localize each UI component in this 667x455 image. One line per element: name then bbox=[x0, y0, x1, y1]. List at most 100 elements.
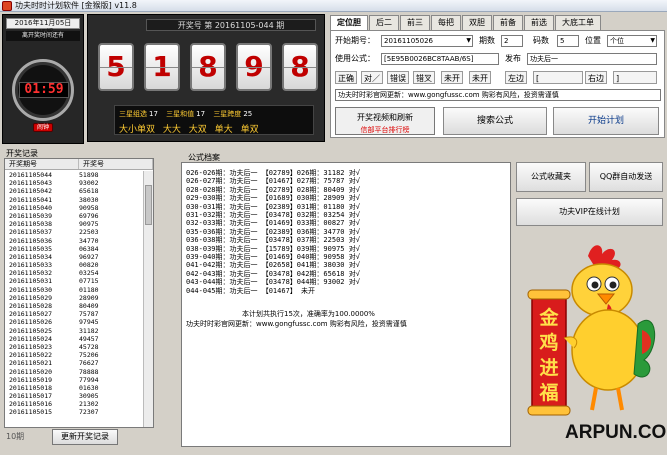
stat-value: 17 bbox=[196, 110, 206, 118]
number-cell: 96927 bbox=[79, 252, 99, 261]
table-row[interactable]: 20161105015 72307 bbox=[5, 408, 145, 416]
number-cell: 01180 bbox=[79, 285, 99, 294]
option-not-open[interactable]: 未开 bbox=[441, 71, 463, 84]
option-wrong[interactable]: 错误 bbox=[387, 71, 409, 84]
formula-line: 043-044期：功夫后一 【03478】044期：93002 对√ bbox=[186, 278, 360, 287]
history-scrollbar[interactable] bbox=[143, 171, 153, 427]
tab-dadi[interactable]: 大底工单 bbox=[555, 15, 601, 30]
table-row[interactable]: 20161105035 06384 bbox=[5, 245, 145, 253]
countdown-caption: 离开奖时间还有 bbox=[6, 31, 80, 41]
table-row[interactable]: 20161105021 76627 bbox=[5, 359, 145, 367]
table-row[interactable]: 20161105036 34770 bbox=[5, 237, 145, 245]
table-row[interactable]: 20161105037 22503 bbox=[5, 228, 145, 236]
scroll-thumb[interactable] bbox=[145, 185, 152, 225]
history-header: 开奖期号 开奖号 bbox=[5, 159, 153, 170]
table-row[interactable]: 20161105044 51898 bbox=[5, 171, 145, 179]
table-row[interactable]: 20161105039 69796 bbox=[5, 212, 145, 220]
tab-dingwei[interactable]: 定位胆 bbox=[330, 15, 368, 30]
tab-meiba[interactable]: 每把 bbox=[431, 15, 461, 30]
column-header[interactable]: 开奖期号 bbox=[5, 159, 79, 169]
tab-qiansan[interactable]: 前三 bbox=[400, 15, 430, 30]
table-row[interactable]: 20161105033 00820 bbox=[5, 261, 145, 269]
column-header[interactable]: 开奖号 bbox=[79, 159, 153, 169]
issue-cell: 20161105037 bbox=[9, 228, 53, 237]
qq-auto-send-button[interactable]: QQ群自动发送 bbox=[589, 162, 663, 192]
draw-digit: 1 bbox=[144, 43, 180, 91]
search-formula-button[interactable]: 搜索公式 bbox=[443, 107, 547, 135]
position-select[interactable]: 个位 bbox=[607, 35, 657, 47]
table-row[interactable]: 20161105025 31182 bbox=[5, 327, 145, 335]
period-input[interactable]: 2 bbox=[501, 35, 523, 47]
draw-digit: 5 bbox=[98, 43, 134, 91]
issue-cell: 20161105025 bbox=[9, 326, 53, 335]
formula-lines: 026-026期：功夫后一 【02789】026期：31182 对√ 026-02… bbox=[186, 169, 360, 295]
table-row[interactable]: 20161105018 01630 bbox=[5, 384, 145, 392]
draw-digit: 8 bbox=[282, 43, 318, 91]
table-row[interactable]: 20161105029 28909 bbox=[5, 294, 145, 302]
issue-cell: 20161105042 bbox=[9, 187, 53, 196]
table-row[interactable]: 20161105032 03254 bbox=[5, 269, 145, 277]
option-not-open-mark[interactable]: 未开 bbox=[469, 71, 491, 84]
alarm-button[interactable]: 闹钟 bbox=[33, 123, 53, 132]
countdown-time: 01:59 bbox=[19, 82, 69, 98]
table-row[interactable]: 20161105023 45728 bbox=[5, 343, 145, 351]
table-row[interactable]: 20161105028 80409 bbox=[5, 302, 145, 310]
tab-houer[interactable]: 后二 bbox=[369, 15, 399, 30]
table-row[interactable]: 20161105034 96927 bbox=[5, 253, 145, 261]
app-icon bbox=[2, 1, 12, 11]
tab-qianxuan[interactable]: 前选 bbox=[524, 15, 554, 30]
number-cell: 93002 bbox=[79, 179, 99, 188]
mode-tabs: 定位胆 后二 前三 每把 双胆 前备 前选 大底工单 bbox=[330, 15, 665, 30]
table-row[interactable]: 20161105031 07715 bbox=[5, 277, 145, 285]
table-row[interactable]: 20161105041 38030 bbox=[5, 196, 145, 204]
table-row[interactable]: 20161105026 97945 bbox=[5, 318, 145, 326]
option-left-label: 左边 bbox=[505, 71, 527, 84]
table-row[interactable]: 20161105017 30905 bbox=[5, 392, 145, 400]
number-cell: 06384 bbox=[79, 244, 99, 253]
watermark-logo: ARPUN.COM bbox=[565, 422, 667, 443]
issue-cell: 20161105036 bbox=[9, 236, 53, 245]
left-bracket-input[interactable]: [ bbox=[533, 71, 583, 84]
option-correct-mark[interactable]: 对／ bbox=[361, 71, 383, 84]
digits-input[interactable]: 5 bbox=[557, 35, 579, 47]
formula-favorites-button[interactable]: 公式收藏夹 bbox=[516, 162, 586, 192]
table-row[interactable]: 20161105027 75787 bbox=[5, 310, 145, 318]
formula-line: 029-030期：功夫后一 【01689】030期：28909 对√ bbox=[186, 194, 360, 203]
platform-rank-link[interactable]: 信部平台排行榜 bbox=[336, 125, 434, 135]
tab-qianbei[interactable]: 前备 bbox=[493, 15, 523, 30]
issue-cell: 20161105020 bbox=[9, 367, 53, 376]
table-row[interactable]: 20161105040 90958 bbox=[5, 204, 145, 212]
banner-char: 鸡 bbox=[539, 332, 559, 354]
right-bracket-input[interactable]: ] bbox=[613, 71, 657, 84]
table-row[interactable]: 20161105030 01180 bbox=[5, 286, 145, 294]
issue-cell: 20161105023 bbox=[9, 342, 53, 351]
table-row[interactable]: 20161105038 90975 bbox=[5, 220, 145, 228]
issue-cell: 20161105019 bbox=[9, 375, 53, 384]
table-row[interactable]: 20161105022 75206 bbox=[5, 351, 145, 359]
start-calc-button[interactable]: 开始计划 bbox=[553, 107, 659, 135]
option-wrong-mark[interactable]: 错叉 bbox=[413, 71, 435, 84]
table-row[interactable]: 20161105043 93002 bbox=[5, 179, 145, 187]
vip-online-plan-button[interactable]: 功夫VIP在线计划 bbox=[516, 198, 663, 226]
issue-cell: 20161105024 bbox=[9, 334, 53, 343]
number-cell: 78888 bbox=[79, 367, 99, 376]
formula-input[interactable]: [5E95B0026BC8TAAB/6S] bbox=[381, 53, 499, 65]
table-row[interactable]: 20161105019 77994 bbox=[5, 376, 145, 384]
start-issue-select[interactable]: 20161105026 bbox=[381, 35, 473, 47]
draw-stats: 三星组选 17 三星和值 17 三星跨度 25 大小单双 大大 大双 单大 单双 bbox=[114, 105, 314, 135]
table-row[interactable]: 20161105024 49457 bbox=[5, 335, 145, 343]
draw-result-panel: 开奖号 第 20161105-044 期 5 1 8 9 8 三星组选 17 三星… bbox=[87, 14, 325, 142]
send-input[interactable]: 功夫后一 bbox=[527, 53, 657, 65]
issue-cell: 20161105039 bbox=[9, 211, 53, 220]
tab-shuangdan[interactable]: 双胆 bbox=[462, 15, 492, 30]
update-history-button[interactable]: 更新开奖记录 bbox=[52, 429, 118, 445]
position-label: 位置 bbox=[585, 36, 601, 45]
option-correct[interactable]: 正确 bbox=[335, 71, 357, 84]
formula-line: 036-038期：功夫后一 【03478】037期：22503 对√ bbox=[186, 236, 360, 245]
banner-char: 金 bbox=[539, 307, 559, 329]
open-video-button[interactable]: 开奖视频和刷新 信部平台排行榜 bbox=[335, 107, 435, 135]
table-row[interactable]: 20161105016 21302 bbox=[5, 400, 145, 408]
table-row[interactable]: 20161105020 78888 bbox=[5, 368, 145, 376]
formula-log[interactable]: 026-026期：功夫后一 【02789】026期：31182 对√ 026-02… bbox=[181, 162, 511, 447]
table-row[interactable]: 20161105042 65618 bbox=[5, 187, 145, 195]
